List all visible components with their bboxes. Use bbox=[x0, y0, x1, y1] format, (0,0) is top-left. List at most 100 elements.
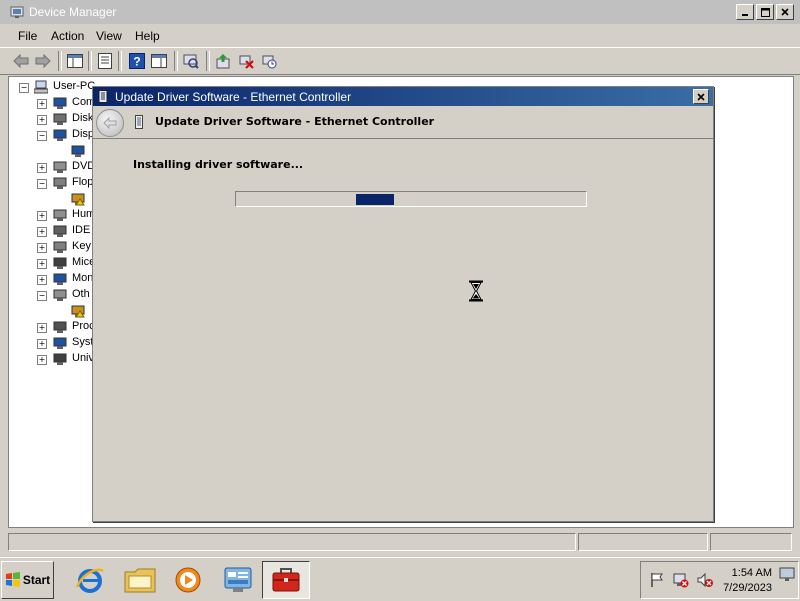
expand-toggle[interactable]: + bbox=[37, 355, 47, 365]
expand-toggle[interactable]: + bbox=[37, 211, 47, 221]
properties-button[interactable] bbox=[96, 52, 114, 70]
expand-toggle[interactable]: + bbox=[37, 275, 47, 285]
maximize-button[interactable] bbox=[756, 4, 774, 20]
expand-toggle[interactable]: + bbox=[37, 339, 47, 349]
wizard-back-button[interactable] bbox=[96, 109, 124, 137]
toolbox-icon bbox=[272, 568, 300, 592]
uninstall-button[interactable] bbox=[237, 52, 255, 70]
back-arrow-icon bbox=[13, 54, 29, 68]
window-title: Device Manager bbox=[29, 5, 117, 19]
tree-root-label: User-PC bbox=[53, 80, 96, 92]
tree-item-label: Syst bbox=[72, 336, 94, 348]
folder-icon bbox=[124, 568, 156, 593]
collapse-toggle[interactable]: − bbox=[37, 179, 47, 189]
taskbar-media-player[interactable] bbox=[164, 561, 212, 599]
expand-toggle[interactable]: + bbox=[37, 227, 47, 237]
device-category-icon bbox=[53, 97, 67, 109]
expand-toggle[interactable]: + bbox=[37, 323, 47, 333]
collapse-toggle[interactable]: − bbox=[19, 83, 29, 93]
forward-button[interactable] bbox=[34, 52, 52, 70]
expand-toggle[interactable]: + bbox=[37, 99, 47, 109]
hourglass-cursor-icon bbox=[469, 280, 483, 302]
tree-item-label: Disp bbox=[72, 128, 95, 140]
control-panel-icon bbox=[224, 567, 252, 592]
properties-icon bbox=[98, 53, 112, 69]
device-category-icon bbox=[53, 273, 67, 285]
expand-toggle[interactable]: + bbox=[37, 115, 47, 125]
show-hide-console-tree-button[interactable] bbox=[66, 52, 84, 70]
windows-logo-icon bbox=[5, 572, 20, 587]
action-pane-button[interactable] bbox=[150, 52, 168, 70]
ethernet-device-icon bbox=[135, 115, 143, 129]
device-category-icon bbox=[53, 353, 67, 365]
clock-time[interactable]: 1:54 AM bbox=[732, 567, 772, 579]
tree-item-label: Flop bbox=[72, 176, 94, 188]
help-button[interactable]: ? bbox=[128, 52, 146, 70]
dialog-titlebar: Update Driver Software - Ethernet Contro… bbox=[93, 87, 713, 106]
menu-action[interactable]: Action bbox=[51, 29, 84, 43]
device-icon bbox=[71, 305, 85, 318]
close-button[interactable] bbox=[776, 4, 794, 20]
taskbar: Start 1:54 AM 7/29/2023 bbox=[0, 557, 800, 601]
disable-device-button[interactable] bbox=[260, 52, 278, 70]
device-category-icon bbox=[53, 289, 67, 301]
tree-item-label: Univ bbox=[72, 352, 95, 364]
collapse-toggle[interactable]: − bbox=[37, 291, 47, 301]
tree-item-label: Disk bbox=[72, 112, 94, 124]
expand-toggle[interactable]: + bbox=[37, 259, 47, 269]
device-category-icon bbox=[53, 209, 67, 221]
clock-date[interactable]: 7/29/2023 bbox=[723, 582, 772, 594]
maximize-icon bbox=[760, 7, 770, 17]
device-icon bbox=[71, 145, 85, 157]
scan-hardware-icon bbox=[183, 54, 199, 69]
dialog-title: Update Driver Software - Ethernet Contro… bbox=[115, 90, 352, 104]
device-category-icon bbox=[53, 257, 67, 269]
start-button[interactable]: Start bbox=[1, 561, 54, 599]
menu-view[interactable]: View bbox=[96, 29, 122, 43]
tree-item-label: Mon bbox=[72, 272, 94, 284]
install-progress-bar bbox=[235, 191, 587, 207]
network-disconnected-icon[interactable] bbox=[673, 572, 689, 588]
console-tree-icon bbox=[67, 54, 83, 68]
forward-arrow-icon bbox=[35, 54, 51, 68]
show-desktop-icon[interactable] bbox=[779, 566, 795, 582]
uninstall-icon bbox=[239, 55, 254, 69]
menu-help[interactable]: Help bbox=[135, 29, 160, 43]
device-category-icon bbox=[53, 225, 67, 237]
minimize-button[interactable] bbox=[736, 4, 754, 20]
wizard-header-title: Update Driver Software - Ethernet Contro… bbox=[155, 115, 435, 128]
device-category-icon bbox=[53, 241, 67, 253]
back-arrow-icon bbox=[103, 117, 117, 129]
device-icon bbox=[71, 193, 85, 206]
status-cell-3 bbox=[710, 533, 792, 551]
update-driver-dialog: Update Driver Software - Ethernet Contro… bbox=[92, 86, 714, 522]
expand-toggle[interactable]: + bbox=[37, 243, 47, 253]
update-driver-button[interactable] bbox=[214, 52, 232, 70]
taskbar-internet-explorer[interactable] bbox=[66, 561, 114, 599]
progress-marquee-block bbox=[356, 194, 394, 205]
dialog-close-button[interactable] bbox=[693, 89, 709, 104]
scan-hardware-button[interactable] bbox=[182, 52, 200, 70]
device-manager-icon bbox=[10, 6, 24, 18]
status-bar bbox=[8, 533, 792, 551]
help-icon: ? bbox=[129, 53, 145, 69]
tree-item-label: Oth bbox=[72, 288, 90, 300]
status-cell-main bbox=[8, 533, 576, 551]
collapse-toggle[interactable]: − bbox=[37, 131, 47, 141]
minimize-icon bbox=[742, 14, 748, 16]
action-center-flag-icon[interactable] bbox=[649, 572, 665, 588]
taskbar-control-panel[interactable] bbox=[214, 561, 262, 599]
taskbar-windows-explorer[interactable] bbox=[116, 561, 164, 599]
taskbar-device-manager[interactable] bbox=[262, 561, 310, 599]
back-button[interactable] bbox=[12, 52, 30, 70]
notification-area: 1:54 AM 7/29/2023 bbox=[640, 561, 799, 599]
volume-muted-icon[interactable] bbox=[697, 572, 713, 588]
media-player-icon bbox=[175, 567, 201, 593]
svg-text:?: ? bbox=[133, 55, 140, 69]
device-category-icon bbox=[53, 161, 67, 173]
device-category-icon bbox=[53, 337, 67, 349]
expand-toggle[interactable]: + bbox=[37, 163, 47, 173]
menu-file[interactable]: File bbox=[18, 29, 37, 43]
install-status-text: Installing driver software... bbox=[133, 158, 304, 171]
ethernet-device-icon bbox=[98, 90, 108, 103]
